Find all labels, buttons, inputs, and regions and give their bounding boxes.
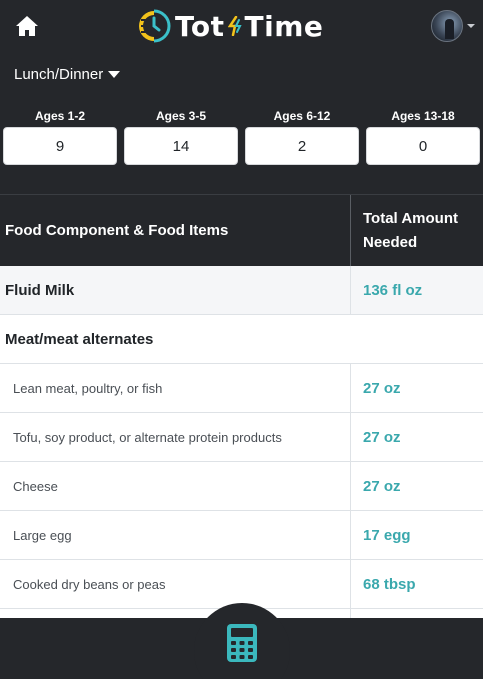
food-component-name: Meat/meat alternates (5, 330, 154, 348)
table-row: Large egg 17 egg (0, 511, 483, 560)
meal-selector[interactable]: Lunch/Dinner (14, 66, 121, 83)
food-item-name: Cooked dry beans or peas (13, 576, 166, 592)
table-row: Cooked dry beans or peas 68 tbsp (0, 560, 483, 609)
table-row: Tofu, soy product, or alternate protein … (0, 413, 483, 462)
age-6-12-count-input[interactable] (245, 127, 359, 165)
table-row: Cheese 27 oz (0, 462, 483, 511)
amount-value: 136 fl oz (363, 281, 423, 299)
age-label: Ages 6-12 (273, 109, 331, 123)
food-item-name: Cheese (13, 478, 58, 494)
meal-selected-label: Lunch/Dinner (14, 66, 104, 83)
age-label: Ages 1-2 (34, 109, 86, 123)
age-group-13-18: Ages 13-18 (366, 108, 480, 165)
food-item-name: Large egg (13, 527, 72, 543)
logo-word-right: Time (244, 9, 324, 43)
logo-separator-icon (227, 16, 242, 36)
amount-value: 17 egg (363, 526, 411, 544)
food-component-name: Fluid Milk (5, 281, 75, 299)
table-row: Fluid Milk 136 fl oz (0, 266, 483, 315)
account-menu[interactable] (431, 10, 475, 42)
amount-value: 27 oz (363, 477, 401, 495)
age-group-6-12: Ages 6-12 (245, 108, 359, 165)
column-header-amount-line1: Total Amount (363, 210, 458, 227)
app: Tot Time Lunch/Dinner Ages 1-2 Ages 3-5 (0, 0, 483, 679)
avatar[interactable] (431, 10, 463, 42)
home-icon[interactable] (15, 15, 39, 37)
column-header-amount: Total Amount Needed (351, 195, 483, 266)
logo: Tot Time (137, 8, 323, 44)
table-row: Lean meat, poultry, or fish 27 oz (0, 364, 483, 413)
age-3-5-count-input[interactable] (124, 127, 238, 165)
age-label: Ages 3-5 (155, 109, 207, 123)
age-group-3-5: Ages 3-5 (124, 108, 238, 165)
food-item-name: Tofu, soy product, or alternate protein … (13, 429, 282, 445)
food-table: Food Component & Food Items Total Amount… (0, 194, 483, 618)
age-1-2-count-input[interactable] (3, 127, 117, 165)
age-13-18-count-input[interactable] (366, 127, 480, 165)
food-item-name: Lean meat, poultry, or fish (13, 380, 163, 396)
logo-text: Tot Time (175, 10, 323, 43)
clock-logo-icon (139, 9, 171, 43)
amount-value: 27 oz (363, 379, 401, 397)
age-groups: Ages 1-2 Ages 3-5 Ages 6-12 Ages 13-18 (3, 108, 480, 165)
caret-down-icon (108, 71, 121, 78)
logo-word-left: Tot (175, 9, 225, 43)
table-row: Meat/meat alternates (0, 315, 483, 364)
table-header: Food Component & Food Items Total Amount… (0, 194, 483, 266)
column-header-component: Food Component & Food Items (0, 195, 351, 266)
age-label: Ages 13-18 (391, 109, 455, 123)
top-bar: Tot Time (0, 0, 483, 52)
age-group-1-2: Ages 1-2 (3, 108, 117, 165)
amount-value: 27 oz (363, 428, 401, 446)
chevron-down-icon (467, 24, 475, 28)
amount-value: 68 tbsp (363, 575, 416, 593)
calculator-icon (227, 624, 257, 662)
column-header-amount-line2: Needed (363, 234, 418, 251)
